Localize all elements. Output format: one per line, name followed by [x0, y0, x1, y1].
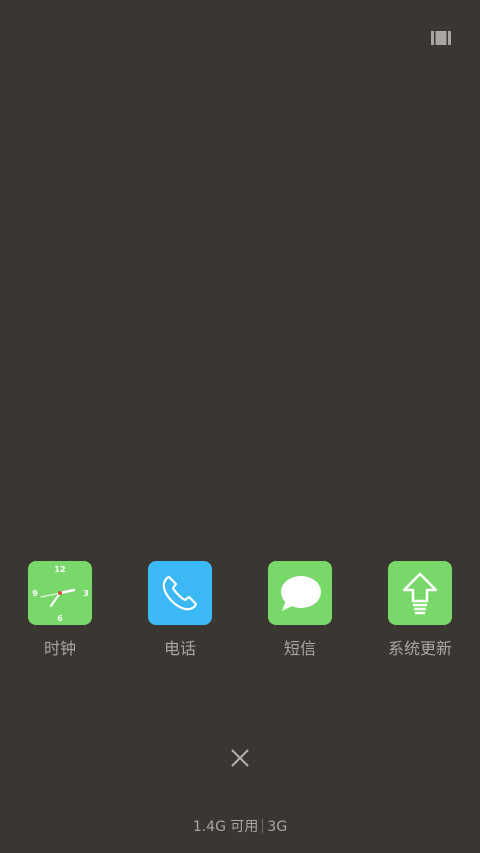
memory-status: 1.4G 可用 3G [0, 816, 480, 836]
clock-numeral-6: 6 [57, 614, 63, 623]
app-label: 电话 [163, 639, 196, 658]
app-clock[interactable]: 12 3 6 9 时钟 [5, 561, 115, 659]
recent-apps-screen: 12 3 6 9 时钟 电话 短信 系统更新 1.4G 可用 3G [0, 0, 480, 853]
app-phone[interactable]: 电话 [125, 561, 235, 659]
memory-total: 3G [267, 819, 288, 835]
app-messages[interactable]: 短信 [245, 561, 355, 659]
view-toggle-icon[interactable] [431, 30, 451, 46]
recent-apps-row: 12 3 6 9 时钟 电话 短信 系统更新 [0, 561, 480, 661]
app-label: 时钟 [43, 639, 76, 658]
update-arrow-icon [388, 561, 452, 625]
app-label: 短信 [283, 639, 316, 658]
clock-icon: 12 3 6 9 [28, 561, 92, 625]
memory-separator [262, 819, 264, 833]
clock-numeral-3: 3 [83, 589, 89, 598]
phone-icon [148, 561, 212, 625]
message-icon [268, 561, 332, 625]
app-system-update[interactable]: 系统更新 [365, 561, 475, 659]
memory-available: 1.4G 可用 [192, 819, 259, 835]
app-label: 系统更新 [387, 639, 452, 658]
clock-numeral-12: 12 [54, 565, 65, 574]
clock-numeral-9: 9 [32, 589, 38, 598]
close-icon[interactable] [230, 748, 250, 768]
